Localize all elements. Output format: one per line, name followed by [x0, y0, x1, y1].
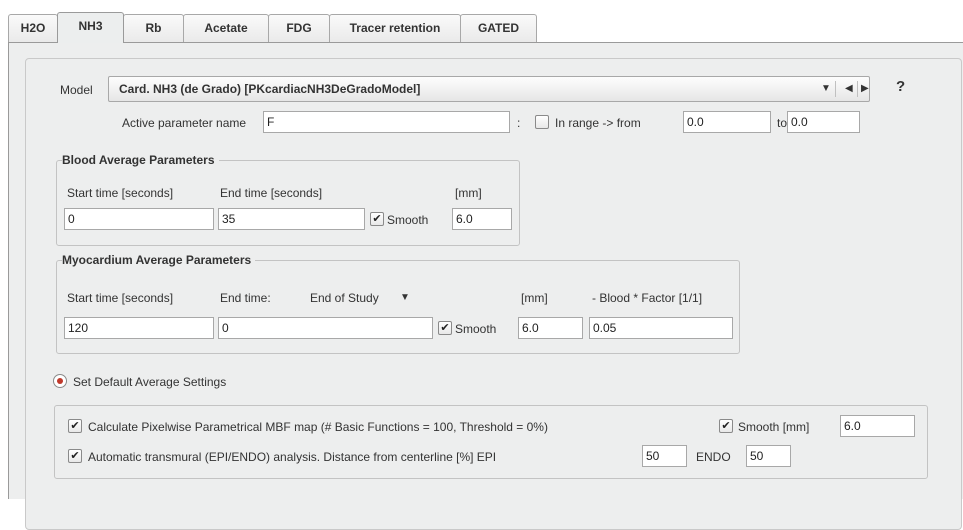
myo-start-field[interactable]: 120 [64, 317, 214, 339]
to-label: to [777, 116, 788, 130]
pixelwise-label: Calculate Pixelwise Parametrical MBF map… [88, 420, 548, 434]
blood-end-field[interactable]: 35 [218, 208, 365, 230]
myo-smooth-label: Smooth [455, 322, 497, 336]
tab-tracer-retention[interactable]: Tracer retention [329, 14, 461, 43]
range-to-field[interactable]: 0.0 [787, 111, 860, 133]
myo-end-label: End time: [220, 291, 271, 305]
blood-start-label: Start time [seconds] [67, 186, 174, 200]
blood-title: Blood Average Parameters [62, 152, 219, 168]
blood-smooth-checkbox[interactable]: ✔ [370, 212, 384, 226]
myocardium-group [56, 260, 740, 354]
in-range-checkbox[interactable] [535, 115, 549, 129]
model-label: Model [60, 83, 93, 97]
myo-smooth-checkbox[interactable]: ✔ [438, 321, 452, 335]
transmural-checkbox[interactable]: ✔ [68, 449, 82, 463]
endo-field[interactable]: 50 [746, 445, 791, 467]
blood-mm-field[interactable]: 6.0 [452, 208, 512, 230]
options-group [54, 405, 928, 479]
endo-label: ENDO [696, 450, 731, 464]
end-mode-dropdown-icon[interactable]: ▼ [400, 290, 410, 306]
myo-factor-field[interactable]: 0.05 [589, 317, 733, 339]
blood-end-label: End time [seconds] [220, 186, 323, 200]
myo-end-field[interactable]: 0 [218, 317, 433, 339]
model-value: Card. NH3 (de Grado) [PKcardiacNH3DeGrad… [119, 82, 421, 96]
blood-mm-label: [mm] [455, 186, 482, 200]
myo-factor-label: - Blood * Factor [1/1] [592, 291, 703, 305]
in-range-label: In range -> from [555, 116, 641, 130]
options-smooth-field[interactable]: 6.0 [840, 415, 915, 437]
tab-gated[interactable]: GATED [460, 14, 537, 43]
options-smooth-checkbox[interactable]: ✔ [719, 419, 733, 433]
tab-acetate[interactable]: Acetate [183, 14, 269, 43]
active-param-label: Active parameter name [122, 116, 247, 130]
transmural-label: Automatic transmural (EPI/ENDO) analysis… [88, 450, 497, 464]
triangle-down-icon[interactable]: ▼ [821, 81, 831, 97]
myocardium-title: Myocardium Average Parameters [62, 252, 256, 268]
range-from-field[interactable]: 0.0 [683, 111, 771, 133]
model-combobox[interactable]: Card. NH3 (de Grado) [PKcardiacNH3DeGrad… [108, 76, 870, 102]
myo-start-label: Start time [seconds] [67, 291, 174, 305]
epi-field[interactable]: 50 [642, 445, 687, 467]
tab-bar: H2O NH3 Rb Acetate FDG Tracer retention … [0, 0, 963, 44]
help-icon[interactable]: ? [896, 79, 905, 95]
active-param-field[interactable]: F [263, 111, 510, 133]
pixelwise-checkbox[interactable]: ✔ [68, 419, 82, 433]
blood-smooth-label: Smooth [387, 213, 429, 227]
tab-nh3[interactable]: NH3 [57, 12, 124, 43]
triangle-right-icon[interactable]: ▶ [861, 81, 869, 97]
default-settings-label: Set Default Average Settings [73, 375, 227, 389]
combo-separator-2 [857, 81, 858, 97]
blood-start-field[interactable]: 0 [64, 208, 214, 230]
default-settings-radio[interactable] [53, 374, 67, 388]
triangle-left-icon[interactable]: ◀ [845, 81, 853, 97]
combo-separator [835, 81, 836, 97]
myo-mm-label: [mm] [521, 291, 548, 305]
tab-fdg[interactable]: FDG [268, 14, 330, 43]
colon-text: : [517, 116, 521, 130]
blood-group [56, 160, 520, 246]
myo-mm-field[interactable]: 6.0 [518, 317, 583, 339]
options-smooth-label: Smooth [mm] [738, 420, 810, 434]
tab-rb[interactable]: Rb [123, 14, 184, 43]
end-mode-select[interactable]: End of Study [310, 290, 379, 306]
tab-h2o[interactable]: H2O [8, 14, 58, 43]
